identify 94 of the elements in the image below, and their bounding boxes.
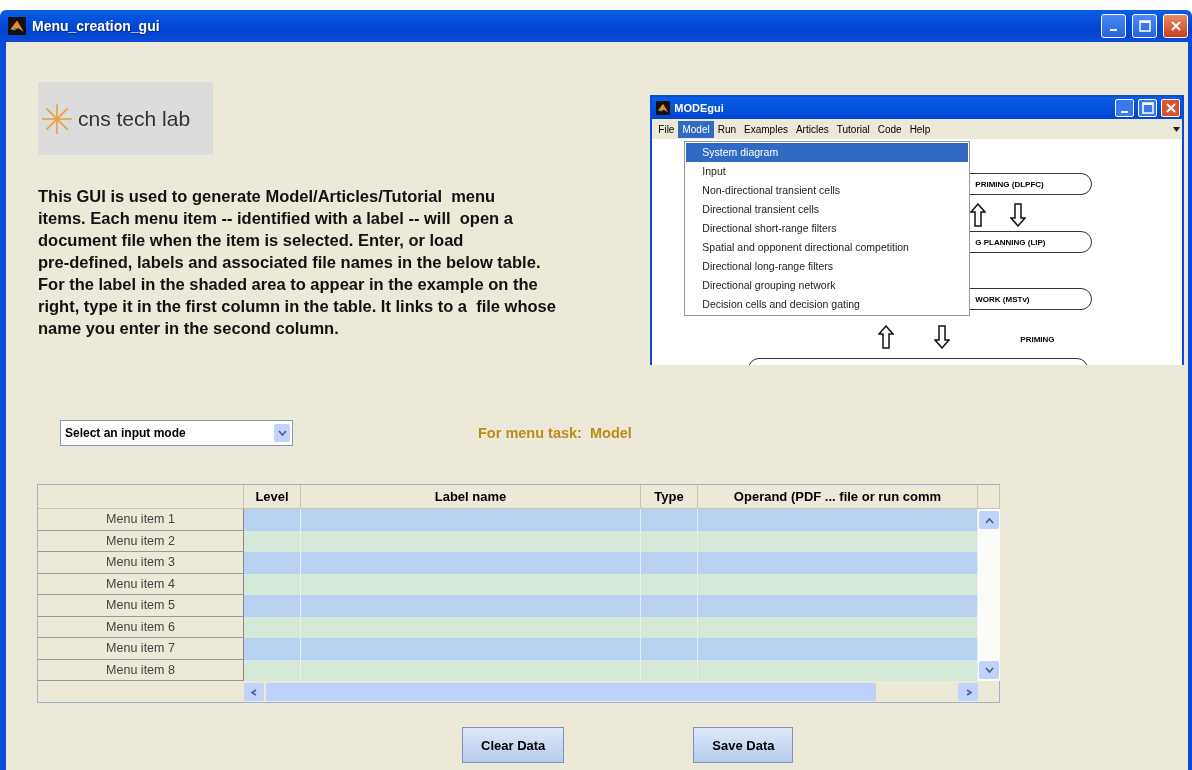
table-cell[interactable] xyxy=(698,509,978,531)
close-button[interactable] xyxy=(1163,14,1188,38)
row-header: Menu item 3 xyxy=(38,552,244,574)
table-cell[interactable] xyxy=(301,616,641,638)
node-label: PRIMING (DLPFC) xyxy=(975,179,1044,189)
node-label: G PLANNING (LIP) xyxy=(975,237,1046,247)
minimize-icon xyxy=(1110,29,1117,31)
row-header: Menu item 6 xyxy=(38,616,244,638)
maximize-button[interactable] xyxy=(1132,14,1157,38)
table-cell[interactable] xyxy=(244,595,301,617)
chevron-down-icon xyxy=(984,666,994,674)
table-cell[interactable] xyxy=(244,616,301,638)
menu-item[interactable]: Model xyxy=(678,120,714,138)
hollow-down-arrow-icon xyxy=(1010,203,1027,227)
table-cell[interactable] xyxy=(641,552,698,574)
maximize-button[interactable] xyxy=(1138,99,1157,117)
chevron-down-icon xyxy=(277,429,287,437)
chevron-up-icon xyxy=(984,516,994,524)
table-cell[interactable] xyxy=(301,573,641,595)
row-header: Menu item 2 xyxy=(38,530,244,552)
table-cell[interactable] xyxy=(641,616,698,638)
app-logo-icon xyxy=(656,101,671,115)
menu-item[interactable]: File xyxy=(654,120,679,138)
row-header: Menu item 5 xyxy=(38,595,244,617)
table-cell[interactable] xyxy=(698,573,978,595)
dropdown-item[interactable]: Input xyxy=(686,162,969,181)
input-mode-select[interactable]: Select an input mode xyxy=(60,420,293,446)
table-cell[interactable] xyxy=(301,552,641,574)
dropdown-item[interactable]: Non-directional transient cells xyxy=(686,181,969,200)
row-header: Menu item 4 xyxy=(38,573,244,595)
table-cell[interactable] xyxy=(244,509,301,531)
menu-item[interactable]: Tutorial xyxy=(832,120,874,138)
node-label: WORK (MSTv) xyxy=(975,294,1030,304)
close-icon xyxy=(1169,20,1182,32)
table-cell[interactable] xyxy=(244,659,301,681)
table-cell[interactable] xyxy=(698,659,978,681)
dropdown-item[interactable]: Directional long-range filters xyxy=(686,257,969,276)
window-title: Menu_creation_gui xyxy=(32,18,161,34)
diagram-label: PRIMING xyxy=(1020,335,1055,344)
table-cell[interactable] xyxy=(698,530,978,552)
minimize-button[interactable] xyxy=(1115,99,1134,117)
table-cell[interactable] xyxy=(641,638,698,660)
table-cell[interactable] xyxy=(698,638,978,660)
menu-overflow-icon[interactable] xyxy=(1173,126,1180,132)
table-cell[interactable] xyxy=(301,595,641,617)
example-window-title: MODEgui xyxy=(674,102,725,114)
horizontal-scrollbar[interactable] xyxy=(244,681,978,703)
table-cell[interactable] xyxy=(244,638,301,660)
hollow-down-arrow-icon xyxy=(934,325,951,349)
dropdown-item[interactable]: Directional grouping network xyxy=(686,276,969,295)
close-button[interactable] xyxy=(1161,99,1180,117)
menu-item[interactable]: Help xyxy=(905,120,935,138)
table-cell[interactable] xyxy=(301,509,641,531)
description-text: This GUI is used to generate Model/Articles/Tutorial menu items. Each menu item -- identified with a label -- will open a document file when the item is selected. Enter, or load pre-defined, labels and associated file names in the below table. For the label in the shaded area to appear in the example on the right, type it in the first column in the table. It links to a file whose name you enter in the second column. xyxy=(38,186,557,339)
dropdown-item[interactable]: Spatial and opponent directional competition xyxy=(686,238,969,257)
row-header: Menu item 1 xyxy=(38,509,244,531)
table-cell[interactable] xyxy=(244,530,301,552)
minimize-icon xyxy=(1121,111,1128,113)
dropdown-item[interactable]: System diagram xyxy=(686,143,969,162)
close-icon xyxy=(1164,102,1177,114)
maximize-icon xyxy=(1138,20,1151,32)
dropdown-item[interactable]: Directional short-range filters xyxy=(686,219,969,238)
table-cell[interactable] xyxy=(244,552,301,574)
table-cell[interactable] xyxy=(301,638,641,660)
table-cell[interactable] xyxy=(301,659,641,681)
table-cell[interactable] xyxy=(698,616,978,638)
table-cell[interactable] xyxy=(698,595,978,617)
minimize-button[interactable] xyxy=(1101,14,1126,38)
table-cell[interactable] xyxy=(698,552,978,574)
menu-item[interactable]: Articles xyxy=(791,120,833,138)
table-cell[interactable] xyxy=(301,530,641,552)
table-cell[interactable] xyxy=(641,530,698,552)
menu-item[interactable]: Code xyxy=(873,120,906,138)
table-cell[interactable] xyxy=(641,659,698,681)
app-logo-icon xyxy=(8,17,26,35)
table-cell[interactable] xyxy=(641,595,698,617)
menu-item[interactable]: Run xyxy=(713,120,741,138)
action-button[interactable]: Save Data xyxy=(693,727,794,763)
row-header: Menu item 7 xyxy=(38,638,244,660)
table-cell[interactable] xyxy=(244,573,301,595)
row-header: Menu item 8 xyxy=(38,659,244,681)
chevron-left-icon xyxy=(249,688,259,696)
starburst-icon xyxy=(40,101,74,136)
dropdown-item[interactable]: Decision cells and decision gating xyxy=(686,295,969,314)
table-cell[interactable] xyxy=(641,573,698,595)
menu-task-label: For menu task: Model xyxy=(478,425,632,441)
table-cell[interactable] xyxy=(641,509,698,531)
dropdown-item[interactable]: Directional transient cells xyxy=(686,200,969,219)
vertical-scrollbar[interactable] xyxy=(978,509,1000,681)
action-button[interactable]: Clear Data xyxy=(462,727,565,763)
maximize-icon xyxy=(1141,102,1154,114)
hollow-up-arrow-icon xyxy=(878,325,895,349)
logo-text: cns tech lab xyxy=(78,106,191,131)
menu-item[interactable]: Examples xyxy=(740,120,792,138)
